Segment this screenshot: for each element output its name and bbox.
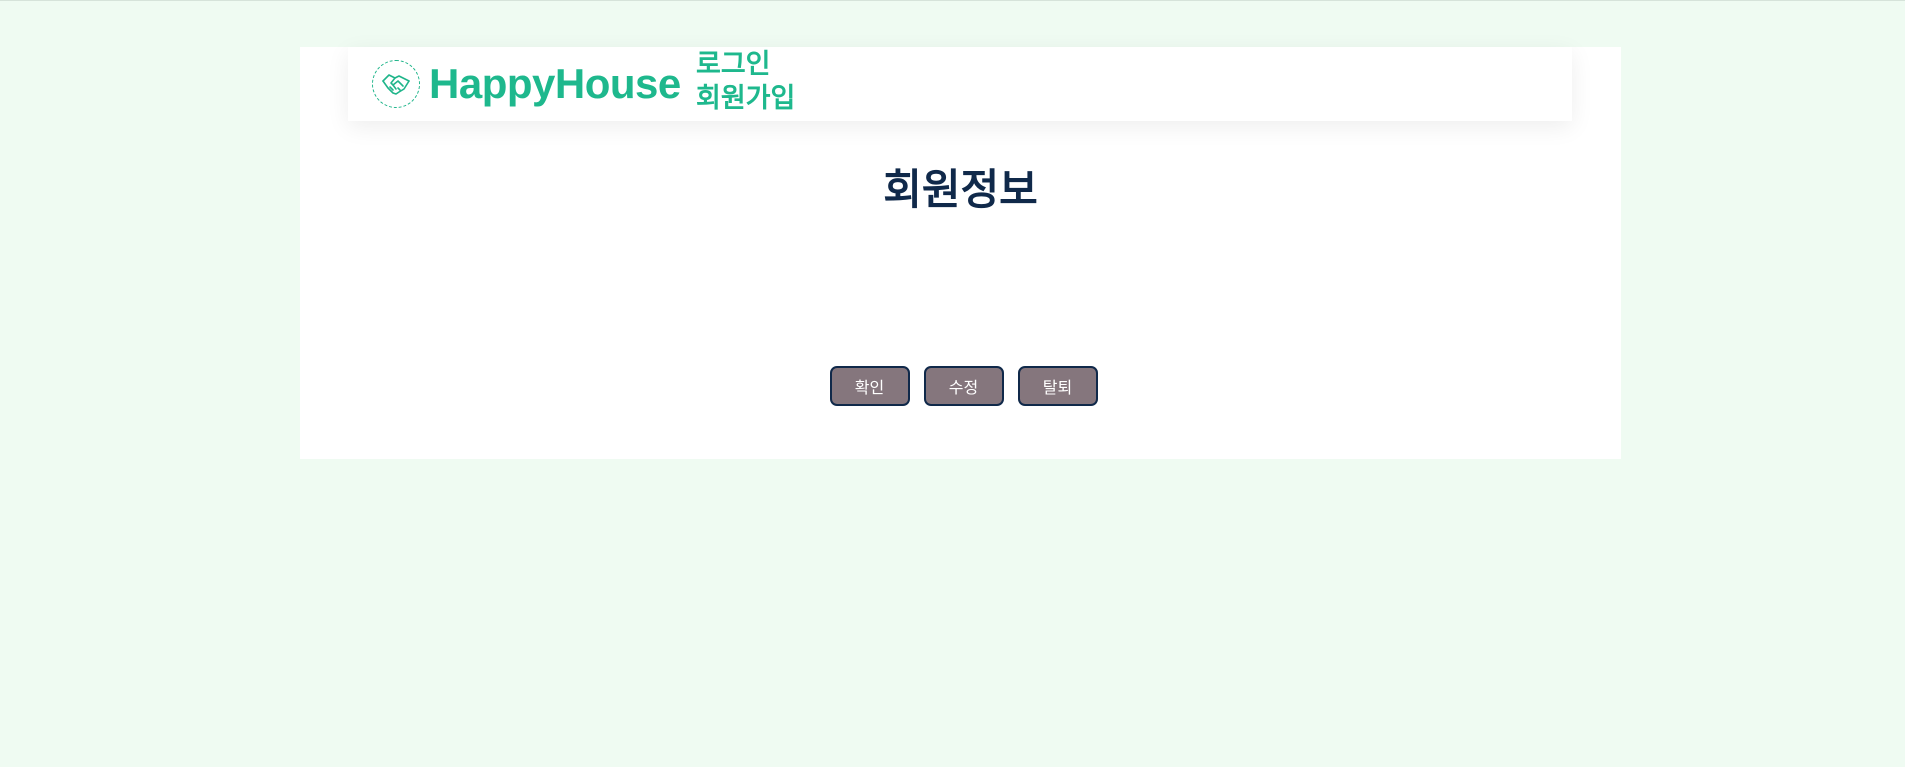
handshake-icon (372, 60, 420, 108)
page-title: 회원정보 (883, 165, 1038, 214)
action-buttons: 확인 수정 탈퇴 (300, 366, 1621, 406)
edit-button[interactable]: 수정 (923, 366, 1004, 406)
top-divider (0, 0, 1905, 1)
withdraw-button[interactable]: 탈퇴 (1017, 366, 1098, 406)
main-card: HappyHouse 로그인 회원가입 회원정보 확인 수정 탈퇴 (300, 47, 1621, 459)
navbar: HappyHouse 로그인 회원가입 (348, 47, 1572, 121)
nav-links: 로그인 회원가입 (696, 48, 795, 116)
confirm-button[interactable]: 확인 (829, 366, 910, 406)
brand-link[interactable]: HappyHouse (372, 60, 681, 108)
brand-name: HappyHouse (429, 60, 681, 107)
login-link[interactable]: 로그인 (696, 48, 795, 82)
signup-link[interactable]: 회원가입 (696, 82, 795, 116)
